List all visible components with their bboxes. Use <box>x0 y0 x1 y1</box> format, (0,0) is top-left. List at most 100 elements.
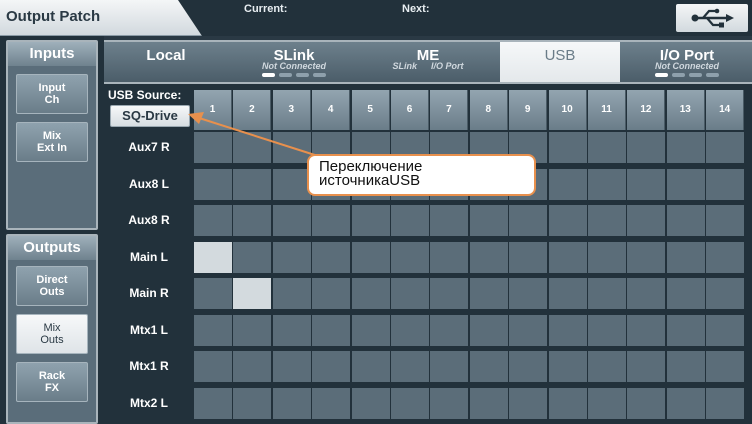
patch-cell[interactable] <box>272 278 311 309</box>
patch-cell[interactable] <box>548 387 587 419</box>
patch-cell[interactable] <box>627 314 666 346</box>
patch-cell[interactable] <box>706 314 745 346</box>
patch-cell[interactable] <box>588 278 626 309</box>
patch-cell[interactable] <box>469 205 508 236</box>
patch-cell[interactable] <box>509 351 548 382</box>
patch-cell[interactable] <box>430 241 469 273</box>
patch-cell[interactable] <box>312 387 351 419</box>
patch-cell[interactable] <box>233 387 272 419</box>
patch-cell[interactable] <box>312 241 351 273</box>
patch-cell[interactable] <box>272 205 311 236</box>
patch-cell[interactable] <box>430 278 469 309</box>
patch-cell[interactable] <box>666 314 705 346</box>
rack-fx-button[interactable]: Rack FX <box>16 362 88 402</box>
patch-cell[interactable] <box>233 351 272 382</box>
patch-cell[interactable] <box>509 387 548 419</box>
patch-cell[interactable] <box>509 241 548 273</box>
patch-cell[interactable] <box>666 205 705 236</box>
patch-cell[interactable] <box>469 351 508 382</box>
patch-cell[interactable] <box>233 132 272 163</box>
patch-cell[interactable] <box>588 387 626 419</box>
patch-cell[interactable] <box>391 278 429 309</box>
patch-cell[interactable] <box>509 278 548 309</box>
patch-cell[interactable] <box>351 278 390 309</box>
patch-cell[interactable] <box>391 314 429 346</box>
patch-cell[interactable] <box>272 168 311 200</box>
patch-cell[interactable] <box>627 132 666 163</box>
patch-cell[interactable] <box>194 205 232 236</box>
patch-cell[interactable] <box>351 241 390 273</box>
mix-ext-in-button[interactable]: Mix Ext In <box>16 122 88 162</box>
patch-cell[interactable] <box>312 278 351 309</box>
patch-cell[interactable] <box>233 314 272 346</box>
patch-cell[interactable] <box>233 168 272 200</box>
patch-cell[interactable] <box>666 387 705 419</box>
patch-cell[interactable] <box>548 314 587 346</box>
mix-outs-button[interactable]: Mix Outs <box>16 314 88 354</box>
patch-cell[interactable] <box>194 241 232 273</box>
direct-outs-button[interactable]: Direct Outs <box>16 266 88 306</box>
patch-cell[interactable] <box>194 387 232 419</box>
patch-cell[interactable] <box>351 351 390 382</box>
patch-cell[interactable] <box>351 314 390 346</box>
patch-cell[interactable] <box>666 132 705 163</box>
patch-cell[interactable] <box>391 205 429 236</box>
patch-cell[interactable] <box>469 241 508 273</box>
patch-cell[interactable] <box>469 314 508 346</box>
tab-slink[interactable]: SLink Not Connected <box>228 42 360 82</box>
patch-cell[interactable] <box>194 278 232 309</box>
patch-cell[interactable] <box>272 351 311 382</box>
patch-cell[interactable] <box>194 168 232 200</box>
patch-cell[interactable] <box>469 278 508 309</box>
patch-cell[interactable] <box>391 241 429 273</box>
patch-cell[interactable] <box>233 205 272 236</box>
patch-cell[interactable] <box>430 351 469 382</box>
patch-cell[interactable] <box>469 387 508 419</box>
patch-cell[interactable] <box>351 205 390 236</box>
patch-cell[interactable] <box>706 132 745 163</box>
patch-cell[interactable] <box>666 278 705 309</box>
patch-cell[interactable] <box>430 387 469 419</box>
tab-local[interactable]: Local <box>106 42 226 82</box>
patch-cell[interactable] <box>272 132 311 163</box>
patch-cell[interactable] <box>509 205 548 236</box>
patch-cell[interactable] <box>627 278 666 309</box>
patch-cell[interactable] <box>666 168 705 200</box>
patch-cell[interactable] <box>706 205 745 236</box>
patch-cell[interactable] <box>272 241 311 273</box>
patch-cell[interactable] <box>548 241 587 273</box>
patch-cell[interactable] <box>272 314 311 346</box>
patch-cell[interactable] <box>627 241 666 273</box>
usb-source-button[interactable]: SQ-Drive <box>110 105 190 127</box>
patch-cell[interactable] <box>233 278 272 309</box>
input-ch-button[interactable]: Input Ch <box>16 74 88 114</box>
patch-cell[interactable] <box>627 387 666 419</box>
patch-cell[interactable] <box>706 351 745 382</box>
tab-io-port[interactable]: I/O Port Not Connected <box>624 42 750 82</box>
patch-cell[interactable] <box>272 387 311 419</box>
patch-cell[interactable] <box>588 314 626 346</box>
patch-cell[interactable] <box>666 241 705 273</box>
patch-cell[interactable] <box>194 132 232 163</box>
patch-cell[interactable] <box>588 168 626 200</box>
patch-cell[interactable] <box>312 205 351 236</box>
patch-cell[interactable] <box>588 241 626 273</box>
patch-cell[interactable] <box>706 387 745 419</box>
patch-cell[interactable] <box>509 314 548 346</box>
patch-cell[interactable] <box>430 314 469 346</box>
patch-cell[interactable] <box>548 205 587 236</box>
patch-cell[interactable] <box>706 278 745 309</box>
patch-cell[interactable] <box>391 387 429 419</box>
patch-cell[interactable] <box>548 351 587 382</box>
tab-me[interactable]: ME SLink I/O Port <box>362 42 494 82</box>
usb-status[interactable] <box>676 4 748 32</box>
patch-cell[interactable] <box>666 351 705 382</box>
patch-cell[interactable] <box>627 205 666 236</box>
patch-cell[interactable] <box>706 241 745 273</box>
patch-cell[interactable] <box>233 241 272 273</box>
patch-cell[interactable] <box>194 314 232 346</box>
patch-cell[interactable] <box>391 351 429 382</box>
patch-cell[interactable] <box>627 168 666 200</box>
patch-cell[interactable] <box>588 351 626 382</box>
patch-cell[interactable] <box>312 351 351 382</box>
